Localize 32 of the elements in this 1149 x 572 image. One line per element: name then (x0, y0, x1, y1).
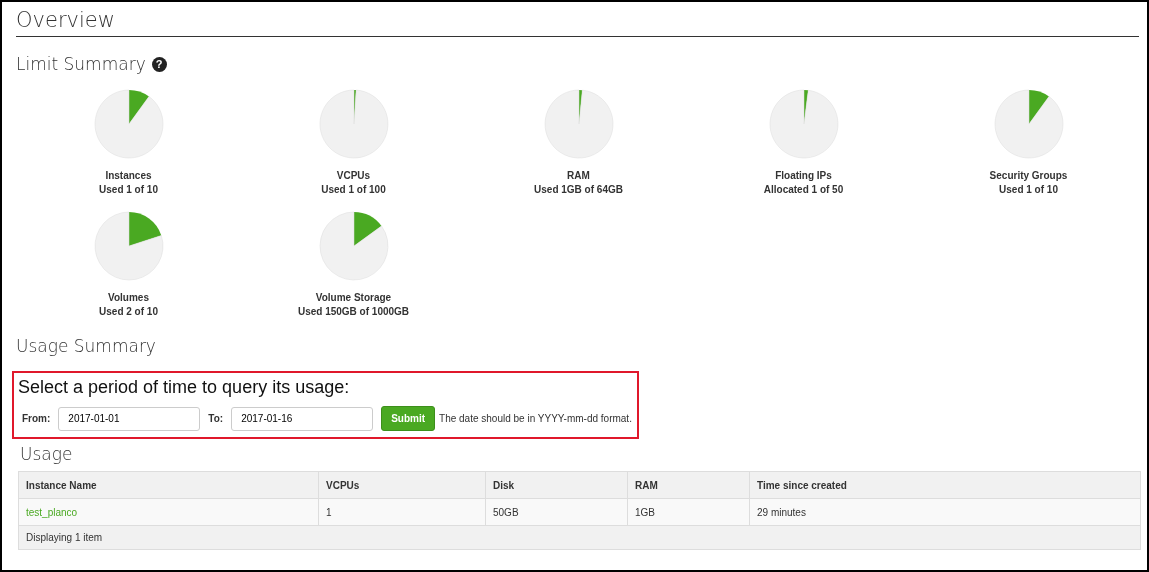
column-header: VCPUs (318, 471, 486, 499)
section-heading: Usage (20, 443, 74, 465)
form-title: Select a period of time to query its usage: (18, 376, 351, 398)
table-cell: 1GB (627, 498, 750, 526)
field-label: From: (22, 412, 51, 426)
pie-label: Security Groups (989, 169, 1068, 183)
pie-usage-text: Used 1 of 10 (99, 183, 158, 197)
pie-usage-text: Used 1GB of 64GB (534, 183, 623, 197)
pie-label: VCPUs (336, 169, 371, 183)
table-footer: Displaying 1 item (18, 525, 1141, 550)
section-heading: Limit Summary (16, 53, 146, 75)
page-title: Overview (16, 6, 1139, 37)
pie-label: Instances (105, 169, 152, 183)
pie-label: Floating IPs (775, 169, 832, 183)
section-heading: Usage Summary (16, 335, 157, 357)
pie-label: RAM (567, 169, 590, 183)
column-header: RAM (627, 471, 750, 499)
table-cell: 29 minutes (749, 498, 1141, 526)
column-header: Time since created (749, 471, 1141, 499)
pie-usage-text: Used 1 of 10 (999, 183, 1058, 197)
table-cell: 50GB (485, 498, 628, 526)
column-header: Instance Name (18, 471, 319, 499)
pie-label: Volume Storage (315, 291, 392, 305)
pie-label: Volumes (108, 291, 149, 305)
hint-text: The date should be in YYYY-mm-dd format. (439, 412, 632, 426)
table-cell: 1 (318, 498, 486, 526)
pie-usage-text: Allocated 1 of 50 (763, 183, 844, 197)
field-label: To: (208, 412, 224, 426)
pie-usage-text: Used 1 of 100 (321, 183, 386, 197)
pie-usage-text: Used 2 of 10 (99, 305, 158, 319)
pie-usage-text: Used 150GB of 1000GB (297, 305, 410, 319)
column-header: Disk (485, 471, 628, 499)
